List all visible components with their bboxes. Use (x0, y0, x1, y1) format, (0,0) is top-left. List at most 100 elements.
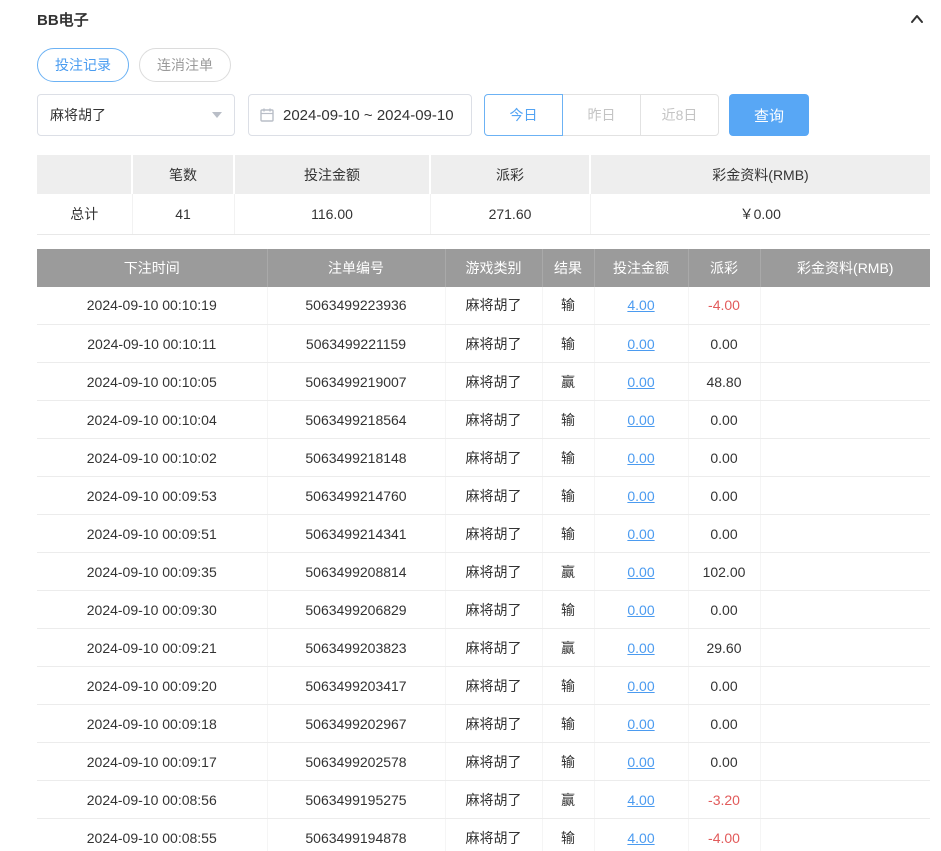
table-row: 2024-09-10 00:09:53 5063499214760 麻将胡了 输… (37, 477, 930, 515)
summary-header-bonus: 彩金资料(RMB) (590, 155, 930, 194)
order-id: 5063499221159 (267, 325, 445, 363)
bet-amount-link[interactable]: 0.00 (627, 602, 654, 618)
bet-time: 2024-09-10 00:09:21 (37, 629, 267, 667)
summary-bonus: ￥0.00 (590, 194, 930, 234)
bet-amount-cell: 0.00 (594, 743, 688, 781)
date-range-value: 2024-09-10 ~ 2024-09-10 (283, 107, 454, 124)
yesterday-button[interactable]: 昨日 (562, 94, 641, 136)
table-row: 2024-09-10 00:09:20 5063499203417 麻将胡了 输… (37, 667, 930, 705)
records-header-result: 结果 (542, 249, 594, 287)
bet-amount-link[interactable]: 0.00 (627, 526, 654, 542)
bet-amount-link[interactable]: 4.00 (627, 830, 654, 846)
game-type: 麻将胡了 (445, 819, 542, 851)
bet-time: 2024-09-10 00:10:19 (37, 287, 267, 325)
summary-payout: 271.60 (430, 194, 590, 234)
last-8-days-button[interactable]: 近8日 (640, 94, 719, 136)
payout-value: 0.00 (688, 401, 760, 439)
bet-time: 2024-09-10 00:08:55 (37, 819, 267, 851)
order-id: 5063499214341 (267, 515, 445, 553)
result-label: 输 (542, 819, 594, 851)
bet-amount-cell: 0.00 (594, 401, 688, 439)
result-label: 输 (542, 515, 594, 553)
bet-time: 2024-09-10 00:09:53 (37, 477, 267, 515)
result-label: 输 (542, 743, 594, 781)
order-id: 5063499223936 (267, 287, 445, 325)
table-row: 2024-09-10 00:09:21 5063499203823 麻将胡了 赢… (37, 629, 930, 667)
order-id: 5063499214760 (267, 477, 445, 515)
table-row: 2024-09-10 00:09:18 5063499202967 麻将胡了 输… (37, 705, 930, 743)
bet-time: 2024-09-10 00:09:35 (37, 553, 267, 591)
game-type: 麻将胡了 (445, 515, 542, 553)
bonus-value (760, 591, 930, 629)
payout-value: -4.00 (688, 819, 760, 851)
result-label: 输 (542, 325, 594, 363)
bonus-value (760, 363, 930, 401)
payout-value: 0.00 (688, 705, 760, 743)
bet-amount-link[interactable]: 0.00 (627, 678, 654, 694)
payout-value: 0.00 (688, 439, 760, 477)
payout-value: 102.00 (688, 553, 760, 591)
calendar-icon (259, 107, 275, 123)
chevron-down-icon (212, 112, 222, 118)
bet-amount-link[interactable]: 0.00 (627, 640, 654, 656)
bet-amount-link[interactable]: 4.00 (627, 297, 654, 313)
records-header-bonus: 彩金资料(RMB) (760, 249, 930, 287)
bet-amount-link[interactable]: 0.00 (627, 412, 654, 428)
payout-value: 0.00 (688, 515, 760, 553)
today-button[interactable]: 今日 (484, 94, 563, 136)
filter-bar: 麻将胡了 2024-09-10 ~ 2024-09-10 今日 昨日 近8日 查… (37, 94, 930, 136)
bonus-value (760, 439, 930, 477)
tab-bet-records[interactable]: 投注记录 (37, 48, 129, 82)
summary-header-blank (37, 155, 132, 194)
bet-amount-link[interactable]: 0.00 (627, 488, 654, 504)
table-row: 2024-09-10 00:09:17 5063499202578 麻将胡了 输… (37, 743, 930, 781)
bet-amount-cell: 0.00 (594, 439, 688, 477)
bet-amount-link[interactable]: 0.00 (627, 754, 654, 770)
bet-amount-link[interactable]: 0.00 (627, 716, 654, 732)
bet-amount-cell: 0.00 (594, 477, 688, 515)
records-tbody: 2024-09-10 00:10:19 5063499223936 麻将胡了 输… (37, 287, 930, 851)
bet-amount-cell: 0.00 (594, 325, 688, 363)
bet-amount-link[interactable]: 0.00 (627, 450, 654, 466)
bet-amount-cell: 0.00 (594, 591, 688, 629)
order-id: 5063499202967 (267, 705, 445, 743)
summary-header-count: 笔数 (132, 155, 234, 194)
collapse-button[interactable] (908, 10, 930, 28)
result-label: 赢 (542, 553, 594, 591)
result-label: 输 (542, 705, 594, 743)
result-label: 输 (542, 287, 594, 325)
search-button[interactable]: 查询 (729, 94, 809, 136)
game-select[interactable]: 麻将胡了 (37, 94, 235, 136)
bet-time: 2024-09-10 00:09:18 (37, 705, 267, 743)
summary-header-payout: 派彩 (430, 155, 590, 194)
game-type: 麻将胡了 (445, 287, 542, 325)
bonus-value (760, 553, 930, 591)
table-row: 2024-09-10 00:09:30 5063499206829 麻将胡了 输… (37, 591, 930, 629)
bet-amount-link[interactable]: 0.00 (627, 336, 654, 352)
bet-amount-link[interactable]: 0.00 (627, 374, 654, 390)
bet-amount-link[interactable]: 4.00 (627, 792, 654, 808)
payout-value: 48.80 (688, 363, 760, 401)
game-type: 麻将胡了 (445, 401, 542, 439)
records-table: 下注时间 注单编号 游戏类别 结果 投注金额 派彩 彩金资料(RMB) 2024… (37, 249, 930, 851)
bet-amount-link[interactable]: 0.00 (627, 564, 654, 580)
bonus-value (760, 743, 930, 781)
bet-amount-cell: 0.00 (594, 667, 688, 705)
quick-date-group: 今日 昨日 近8日 (484, 94, 719, 136)
bonus-value (760, 667, 930, 705)
order-id: 5063499203823 (267, 629, 445, 667)
bonus-value (760, 781, 930, 819)
bet-amount-cell: 0.00 (594, 629, 688, 667)
payout-value: 29.60 (688, 629, 760, 667)
bet-amount-cell: 4.00 (594, 819, 688, 851)
bonus-value (760, 287, 930, 325)
result-label: 赢 (542, 363, 594, 401)
bet-records-panel: BB电子 投注记录 连消注单 麻将胡了 2024-09-10 ~ 2024-09… (0, 0, 941, 851)
tab-cancelled-orders[interactable]: 连消注单 (139, 48, 231, 82)
payout-value: 0.00 (688, 325, 760, 363)
game-type: 麻将胡了 (445, 325, 542, 363)
date-range-input[interactable]: 2024-09-10 ~ 2024-09-10 (248, 94, 472, 136)
table-row: 2024-09-10 00:10:04 5063499218564 麻将胡了 输… (37, 401, 930, 439)
summary-total-label: 总计 (37, 194, 132, 234)
summary-table: 笔数 投注金额 派彩 彩金资料(RMB) 总计 41 116.00 271.60… (37, 155, 930, 235)
